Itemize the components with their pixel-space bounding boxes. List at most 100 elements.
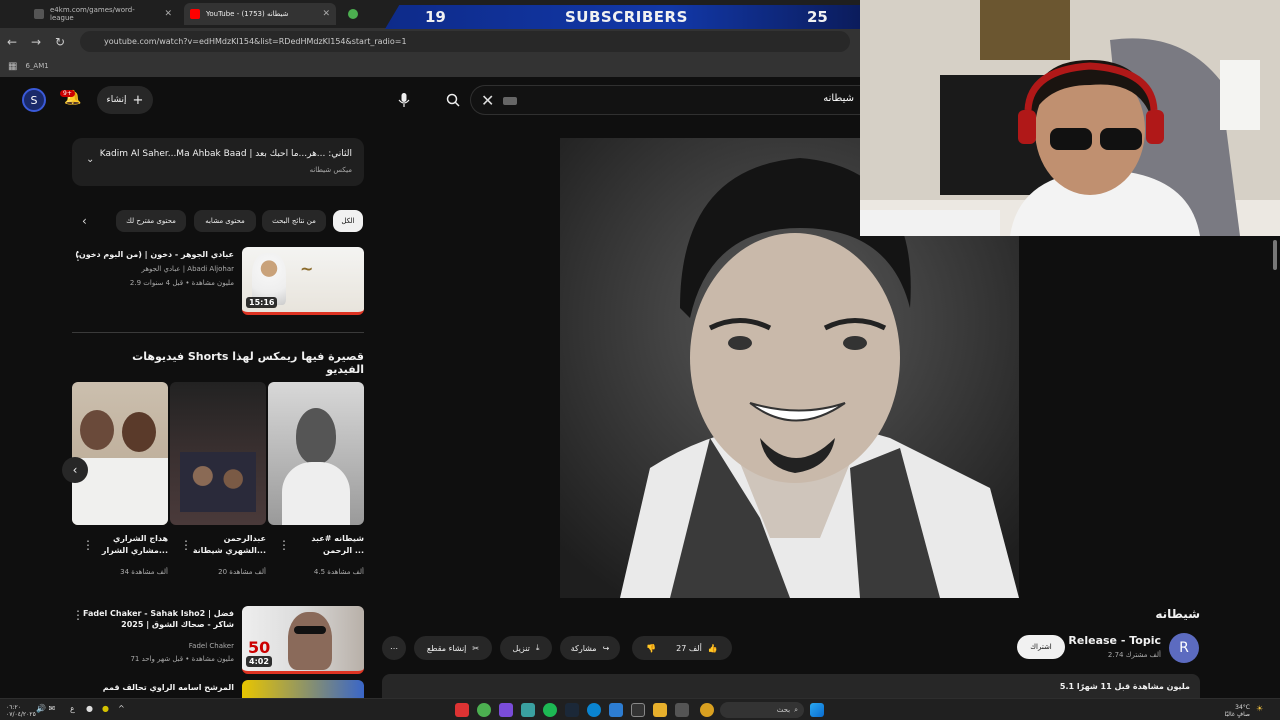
widgets-icon[interactable] <box>700 703 714 717</box>
notification-badge: 9+ <box>60 90 75 97</box>
app-icon[interactable] <box>675 703 689 717</box>
divider <box>72 332 364 333</box>
scrollbar-thumb[interactable] <box>1273 240 1277 270</box>
mix-title: Kadim Al Saher...Ma Ahbak Baad | الثاني:… <box>99 149 352 159</box>
like-dislike-group: 👎 27 ألف 👍 <box>632 636 732 660</box>
short-thumbnail[interactable] <box>268 382 364 525</box>
download-button[interactable]: تنزيل ⤓ <box>500 636 552 660</box>
edge-icon[interactable] <box>587 703 601 717</box>
face-figure <box>122 412 156 452</box>
mic-icon[interactable] <box>389 85 419 115</box>
video-thumbnail[interactable]: ~ 15:16 <box>242 247 364 315</box>
chip-all[interactable]: الكل <box>333 210 363 232</box>
address-bar-row: ← → ↻ youtube.com/watch?v=edHMdzKI154&li… <box>0 28 860 55</box>
related-video[interactable]: ⋮ عبادي الجوهر - دخون | (من البوم دخون) … <box>72 247 364 317</box>
group-figure <box>180 452 256 512</box>
plus-icon: + <box>132 92 144 108</box>
share-button[interactable]: مشاركة ↪ <box>560 636 620 660</box>
close-icon[interactable]: ✕ <box>164 9 172 19</box>
calligraphy-art: ~ <box>300 259 314 278</box>
close-icon[interactable]: ✕ <box>322 9 330 19</box>
search-input[interactable]: ✕ شيطانه <box>470 85 860 115</box>
channel-name[interactable]: Release - Topic <box>1068 634 1161 647</box>
taskbar-search[interactable]: بحث ⌕ <box>720 702 804 718</box>
create-button[interactable]: إنشاء + <box>97 86 153 114</box>
chrome-icon <box>348 9 358 19</box>
mic-tray-icon[interactable]: ● <box>86 704 93 713</box>
weather[interactable]: 34°C صافٍ غالبًا <box>1210 704 1250 718</box>
search-query: شيطانه <box>823 93 854 104</box>
shorts-prev-button[interactable]: ‹ <box>62 457 88 483</box>
spotify-icon[interactable] <box>543 703 557 717</box>
clock-date: ٠٧/٠٤/٢٠٢٥ <box>6 711 36 718</box>
url-field[interactable]: youtube.com/watch?v=edHMdzKI154&list=RDe… <box>80 31 850 52</box>
steam-icon[interactable] <box>565 703 579 717</box>
back-icon[interactable]: ← <box>0 35 24 49</box>
chevron-left-icon[interactable]: ‹ <box>82 214 87 228</box>
subscriber-overlay: 19 SUBSCRIBERS 25 <box>385 5 860 29</box>
tray-icons[interactable]: 🔊 ✉ <box>36 704 55 713</box>
search-icon[interactable] <box>438 85 468 115</box>
tab-word-league[interactable]: e4km.com/games/word-league ✕ <box>28 3 178 25</box>
short-title: هداج الشراري مشاري الشرار... <box>101 534 168 555</box>
folder-icon[interactable] <box>653 703 667 717</box>
apps-icon[interactable]: ▦ <box>8 61 17 72</box>
face-figure <box>296 408 336 464</box>
nvidia-icon[interactable]: ● <box>102 704 109 713</box>
app-icon[interactable] <box>521 703 535 717</box>
taskbar: ٠٦:٢٠ ٠٧/٠٤/٢٠٢٥ 🔊 ✉ ع ● ● ^ بحث ⌕ 34°C … <box>0 698 1280 720</box>
mix-subtitle: ميكس شيطانه <box>309 166 352 174</box>
clock[interactable]: ٠٦:٢٠ ٠٧/٠٤/٢٠٢٥ <box>6 704 36 718</box>
dislike-icon[interactable]: 👎 <box>646 644 656 653</box>
subscribe-button[interactable]: اشتراك <box>1017 635 1065 659</box>
chevron-down-icon[interactable]: ⌄ <box>86 154 94 165</box>
chrome-icon[interactable] <box>477 703 491 717</box>
short-thumbnail[interactable] <box>72 382 168 525</box>
app-icon[interactable] <box>609 703 623 717</box>
channel-avatar[interactable]: R <box>1169 633 1199 663</box>
face-figure <box>80 410 114 450</box>
webcam-overlay <box>860 0 1280 236</box>
channel-name: عبادي الجوهر | Abadi Aljohar <box>141 265 234 273</box>
store-icon[interactable] <box>631 703 645 717</box>
tab-youtube[interactable]: YouTube - شيطانه (1753) ✕ <box>184 3 336 25</box>
subscriber-count-left: 19 <box>425 8 446 26</box>
app-icon[interactable] <box>455 703 469 717</box>
short-title: عبدالرحمن الشهري شيطانة... <box>192 534 266 555</box>
clip-button[interactable]: إنشاء مقطع ✂ <box>414 636 492 660</box>
app-icon[interactable] <box>499 703 513 717</box>
video-title: شيطانه <box>1155 607 1200 621</box>
video-title: عبادي الجوهر - دخون | (من البوم دخون) <box>75 250 234 259</box>
more-actions-icon[interactable]: ⋯ <box>382 636 406 660</box>
video-duration: 15:16 <box>246 297 278 308</box>
streamer-webcam-image <box>860 0 1280 236</box>
chip-related[interactable]: محتوى مشابه <box>194 210 256 232</box>
download-icon: ⤓ <box>535 643 540 652</box>
clear-search-icon[interactable]: ✕ <box>481 91 494 110</box>
short-thumbnail[interactable] <box>170 382 266 525</box>
account-avatar[interactable]: S <box>22 88 46 112</box>
video-thumbnail[interactable] <box>242 680 364 698</box>
share-icon: ↪ <box>602 643 610 653</box>
bookmark-item[interactable]: 6_AM1 <box>25 62 48 70</box>
video-title: المرشح اسامه الراوي تحالف قمم <box>102 683 234 692</box>
chip-from-search[interactable]: من نتائج البحث <box>262 210 326 232</box>
reload-icon[interactable]: ↻ <box>48 35 72 49</box>
chevron-up-icon[interactable]: ^ <box>118 704 125 713</box>
related-video[interactable]: ⋮ Fadel Chaker - Sahak Isho2 | فضل شاكر … <box>72 606 364 676</box>
related-video[interactable]: المرشح اسامه الراوي تحالف قمم <box>72 680 364 698</box>
chip-recommended[interactable]: محتوى مقترح لك <box>116 210 186 232</box>
video-meta: 2.9 مليون مشاهدة • قبل 4 سنوات <box>129 279 234 287</box>
start-icon[interactable] <box>810 703 824 717</box>
tab-chrome[interactable] <box>342 3 372 25</box>
video-thumbnail[interactable]: 50 4:02 <box>242 606 364 674</box>
youtube-icon <box>190 9 200 19</box>
singer-figure <box>288 612 332 670</box>
mix-playlist-panel[interactable]: ⌄ Kadim Al Saher...Ma Ahbak Baad | الثان… <box>72 138 364 186</box>
language-indicator[interactable]: ع <box>70 704 75 713</box>
like-count[interactable]: 27 ألف <box>676 644 702 653</box>
forward-icon[interactable]: → <box>24 35 48 49</box>
like-icon[interactable]: 👍 <box>708 644 718 653</box>
keyboard-icon[interactable] <box>503 97 517 105</box>
sun-icon: ☀ <box>1256 704 1264 713</box>
